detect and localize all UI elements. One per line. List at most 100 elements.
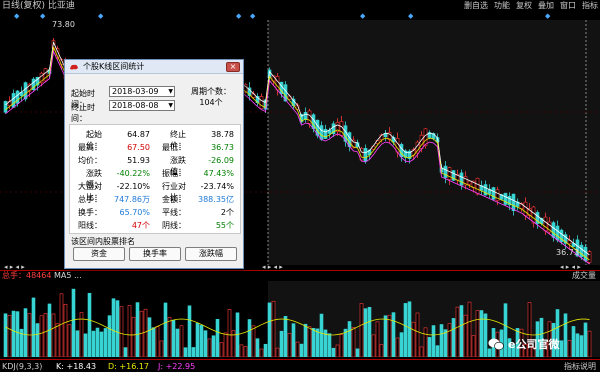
stat-value: 55个	[215, 221, 234, 230]
candle-body	[587, 251, 592, 263]
event-markers: ◆ ◆ ◆ ◆ ◆ ◆ ◆ ◆	[0, 12, 600, 20]
volume-bar	[395, 337, 400, 358]
kdj-k-value: K: +18.43	[56, 362, 97, 371]
volume-bar	[83, 333, 88, 358]
chevron-down-icon[interactable]: ▼	[168, 101, 173, 110]
kdj-j-value: J: +22.95	[158, 362, 196, 371]
end-date-value: 2018-08-08	[112, 101, 159, 110]
event-marker-icon[interactable]: ◆	[40, 12, 45, 20]
event-marker-icon[interactable]: ◆	[360, 12, 365, 20]
volume-bar	[255, 338, 260, 358]
event-marker-icon[interactable]: ◆	[250, 12, 255, 20]
tool-overlay[interactable]: 叠加	[538, 0, 554, 12]
kdj-bar: KDJ(9,3,3) K: +18.43 D: +16.17 J: +22.95…	[0, 359, 600, 372]
volume-bar	[147, 317, 152, 358]
period-count: 周期个数： 104个	[183, 86, 239, 108]
period-label: 周期个数：	[191, 87, 231, 96]
stat-label: 阴线：	[162, 221, 186, 230]
volume-bar	[435, 345, 440, 358]
volume-bar	[275, 347, 280, 358]
volume-bar	[103, 328, 108, 358]
volume-bar	[355, 348, 360, 358]
volume-bar	[259, 348, 264, 358]
stat-value: 47.43%	[203, 169, 234, 178]
candle-body	[447, 167, 452, 180]
dialog-titlebar[interactable]: 个股K线区间统计 ×	[65, 60, 243, 74]
stat-label: 最高：	[78, 143, 102, 152]
volume-bar	[31, 297, 36, 358]
chevron-down-icon[interactable]: ▼	[168, 87, 173, 96]
volume-bar	[139, 310, 144, 358]
volume-bar	[467, 301, 472, 358]
volume-bar	[383, 315, 388, 358]
volume-bar	[479, 310, 484, 358]
candle-body	[543, 216, 548, 232]
volume-bar	[115, 300, 120, 358]
event-marker-icon[interactable]: ◆	[408, 12, 413, 20]
volume-bar	[71, 288, 76, 358]
event-marker-icon[interactable]: ◆	[98, 12, 103, 20]
change-pct-button[interactable]: 涨跌幅	[185, 247, 237, 261]
volume-bar	[407, 301, 412, 358]
turnover-rate-button[interactable]: 换手率	[129, 247, 181, 261]
volume-bar	[387, 314, 392, 358]
candle-body	[3, 101, 8, 113]
app-icon	[70, 64, 78, 70]
fund-button[interactable]: 资金	[73, 247, 125, 261]
ranking-section-title: 该区间内股票排名	[71, 237, 135, 246]
volume-bar	[463, 314, 468, 358]
volume-bar	[271, 300, 276, 358]
tool-indicator[interactable]: 指标	[582, 0, 598, 12]
volume-bar	[351, 327, 356, 358]
end-date-label: 终止时间：	[71, 103, 95, 123]
volume-bar	[287, 333, 292, 358]
volume-bar	[43, 313, 48, 358]
candle-body	[339, 121, 344, 137]
volume-bar	[135, 302, 140, 358]
stat-label: 总手：	[78, 195, 102, 204]
kdj-d-value: D: +16.17	[108, 362, 150, 371]
range-stats-dialog: 个股K线区间统计 × 起始时间： 2018-03-09 ▼ 终止时间： 2018…	[64, 59, 244, 269]
stat-value: -22.10%	[116, 182, 150, 191]
high-price-label: 73.80	[52, 20, 75, 29]
volume-bar	[159, 340, 164, 358]
volume-bar	[223, 332, 228, 358]
volume-bar	[191, 347, 196, 358]
stat-label: 最低：	[162, 143, 186, 152]
tool-function[interactable]: 功能	[494, 0, 510, 12]
close-icon[interactable]: ×	[226, 62, 240, 72]
tool-restore-rights[interactable]: 复权	[516, 0, 532, 12]
volume-bar	[343, 328, 348, 358]
candle-body	[423, 128, 428, 147]
stat-value: 51.93	[127, 156, 150, 165]
volume-bar	[451, 318, 456, 358]
stats-panel: 起始价： 64.87 终止价： 38.78 最高： 67.50 最低： 36.73 均价： 51.…	[69, 124, 241, 234]
volume-bar	[347, 321, 352, 358]
event-marker-icon[interactable]: ◆	[545, 12, 550, 20]
tool-window[interactable]: 窗口	[560, 0, 576, 12]
volume-bar	[251, 325, 256, 358]
volume-bar	[371, 334, 376, 358]
volume-bar	[475, 310, 480, 358]
dialog-title: 个股K线区间统计	[83, 62, 145, 71]
volume-bar	[247, 319, 252, 358]
start-date-picker[interactable]: 2018-03-09 ▼	[109, 86, 175, 97]
volume-bar	[51, 313, 56, 358]
volume-bar	[155, 326, 160, 358]
volume-bar	[339, 334, 344, 358]
stat-value: 747.86万	[114, 195, 150, 204]
volume-title[interactable]: 成交量	[572, 271, 596, 281]
indicator-help-link[interactable]: 指标说明	[564, 361, 596, 372]
tool-remove-favorite[interactable]: 删自选	[464, 0, 488, 12]
event-marker-icon[interactable]: ◆	[236, 12, 241, 20]
end-date-picker[interactable]: 2018-08-08 ▼	[109, 100, 175, 111]
volume-bar	[455, 306, 460, 358]
volume-bar	[403, 303, 408, 358]
candle-body	[523, 201, 528, 217]
volume-bar	[291, 323, 296, 358]
event-marker-icon[interactable]: ◆	[14, 12, 19, 20]
volume-bar	[459, 305, 464, 358]
volume-bar	[35, 323, 40, 358]
stat-value: 47个	[131, 221, 150, 230]
volume-bar	[163, 302, 168, 358]
